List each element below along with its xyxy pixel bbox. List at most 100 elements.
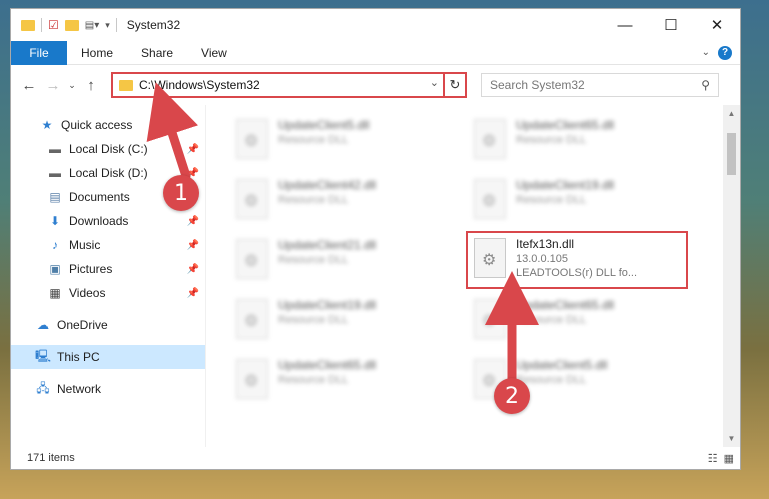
file-version: 13.0.0.105 bbox=[516, 253, 568, 265]
sidebar-item-videos[interactable]: ▦ Videos 📌 bbox=[11, 281, 205, 305]
content-area: ★ Quick access ▬ Local Disk (C:) 📌 ▬ Loc… bbox=[11, 105, 740, 447]
customize-icon[interactable]: ▤▾ bbox=[85, 20, 99, 31]
scroll-up-icon[interactable]: ▲ bbox=[723, 105, 740, 122]
file-item[interactable]: UpdateClient42.dll Resource DLL bbox=[230, 175, 452, 227]
refresh-button[interactable]: ↻ bbox=[443, 74, 465, 96]
file-item[interactable]: UpdateClient65.dll Resource DLL bbox=[468, 295, 690, 347]
view-toggles: ☷ ▦ bbox=[708, 452, 734, 465]
file-description: Resource DLL bbox=[516, 194, 587, 206]
sidebar-item-label: Downloads bbox=[69, 214, 129, 228]
details-view-icon[interactable]: ☷ bbox=[708, 452, 718, 465]
dropdown-arrow-icon[interactable]: ▾ bbox=[105, 20, 110, 31]
scroll-down-icon[interactable]: ▼ bbox=[723, 430, 740, 447]
back-button[interactable]: ← bbox=[17, 73, 41, 97]
documents-icon: ▤ bbox=[49, 190, 61, 204]
file-description: Resource DLL bbox=[278, 134, 349, 146]
up-button[interactable]: ↑ bbox=[79, 73, 103, 97]
separator bbox=[41, 18, 42, 32]
help-icon[interactable]: ? bbox=[718, 45, 732, 60]
sidebar-item-onedrive[interactable]: ☁ OneDrive bbox=[11, 313, 205, 337]
drive-icon: ▬ bbox=[49, 142, 61, 156]
search-icon: ⚲ bbox=[701, 78, 710, 92]
file-item[interactable]: UpdateClient5.dll Resource DLL bbox=[230, 115, 452, 167]
tab-share[interactable]: Share bbox=[127, 46, 187, 60]
file-item-highlighted[interactable]: Itefx13n.dll 13.0.0.105 LEADTOOLS(r) DLL… bbox=[466, 231, 688, 289]
quick-access-toolbar: ☑ ▤▾ ▾ bbox=[21, 18, 117, 32]
properties-icon[interactable]: ☑ bbox=[48, 18, 59, 32]
pin-icon: 📌 bbox=[186, 143, 199, 155]
file-item[interactable]: UpdateClient65.dll Resource DLL bbox=[230, 355, 452, 407]
dll-file-icon bbox=[236, 359, 268, 399]
sidebar-item-label: Quick access bbox=[61, 118, 133, 132]
vertical-scrollbar[interactable]: ▲ ▼ bbox=[723, 105, 740, 447]
tab-view[interactable]: View bbox=[187, 46, 241, 60]
dll-file-icon bbox=[474, 119, 506, 159]
file-name: UpdateClient19.dll bbox=[516, 178, 615, 192]
large-icons-view-icon[interactable]: ▦ bbox=[724, 452, 734, 465]
address-bar[interactable]: C:\Windows\System32 ⌄ ↻ bbox=[111, 72, 467, 98]
file-item[interactable]: UpdateClient19.dll Resource DLL bbox=[468, 175, 690, 227]
forward-button[interactable]: → bbox=[41, 73, 65, 97]
file-name: Itefx13n.dll bbox=[516, 237, 575, 251]
recent-locations-button[interactable]: ⌄ bbox=[65, 73, 79, 97]
file-item[interactable]: UpdateClient19.dll Resource DLL bbox=[230, 295, 452, 347]
close-button[interactable]: ✕ bbox=[694, 9, 740, 41]
scroll-thumb[interactable] bbox=[727, 133, 736, 175]
sidebar-item-label: Documents bbox=[69, 190, 130, 204]
window-controls: — ☐ ✕ bbox=[602, 9, 740, 41]
sidebar-item-local-disk-c[interactable]: ▬ Local Disk (C:) 📌 bbox=[11, 137, 205, 161]
dll-file-icon bbox=[474, 238, 506, 278]
file-description: Resource DLL bbox=[278, 314, 349, 326]
search-placeholder: Search System32 bbox=[490, 78, 585, 92]
sidebar-item-label: Local Disk (C:) bbox=[69, 142, 148, 156]
file-description: Resource DLL bbox=[278, 374, 349, 386]
new-folder-icon[interactable] bbox=[64, 19, 79, 31]
network-icon: 🖧 bbox=[36, 380, 50, 395]
sidebar-item-label: Network bbox=[57, 382, 102, 396]
navigation-bar: ← → ⌄ ↑ C:\Windows\System32 ⌄ ↻ Search S… bbox=[11, 65, 740, 105]
pin-icon: 📌 bbox=[186, 263, 199, 275]
file-name: UpdateClient21.dll bbox=[278, 238, 377, 252]
file-item[interactable]: UpdateClient65.dll Resource DLL bbox=[468, 115, 690, 167]
separator bbox=[115, 18, 117, 32]
address-path: C:\Windows\System32 bbox=[139, 78, 260, 92]
tab-file[interactable]: File bbox=[11, 40, 67, 65]
sidebar-item-network[interactable]: 🖧 Network bbox=[11, 377, 205, 401]
file-description: Resource DLL bbox=[278, 254, 349, 266]
file-name: UpdateClient65.dll bbox=[278, 358, 377, 372]
navigation-pane: ★ Quick access ▬ Local Disk (C:) 📌 ▬ Loc… bbox=[11, 105, 205, 447]
sidebar-item-label: Videos bbox=[69, 286, 106, 300]
explorer-window: ☑ ▤▾ ▾ System32 — ☐ ✕ File Home Share Vi… bbox=[10, 8, 741, 470]
pin-icon: 📌 bbox=[186, 215, 199, 227]
sidebar-item-label: Local Disk (D:) bbox=[69, 166, 148, 180]
file-item[interactable]: UpdateClient21.dll Resource DLL bbox=[230, 235, 452, 287]
folder-icon bbox=[119, 79, 133, 91]
maximize-button[interactable]: ☐ bbox=[648, 9, 694, 41]
dll-file-icon bbox=[236, 239, 268, 279]
dll-file-icon bbox=[236, 119, 268, 159]
sidebar-item-quick-access[interactable]: ★ Quick access bbox=[11, 113, 205, 137]
address-dropdown-icon[interactable]: ⌄ bbox=[430, 76, 439, 89]
sidebar-item-pictures[interactable]: ▣ Pictures 📌 bbox=[11, 257, 205, 281]
ribbon-tabs: File Home Share View ⌄ ? bbox=[11, 40, 740, 65]
file-name: UpdateClient5.dll bbox=[278, 118, 370, 132]
file-name: UpdateClient19.dll bbox=[278, 298, 377, 312]
star-icon: ★ bbox=[41, 118, 53, 132]
cloud-icon: ☁ bbox=[37, 318, 49, 332]
tab-home[interactable]: Home bbox=[67, 46, 127, 60]
item-count: 171 items bbox=[27, 452, 75, 464]
sidebar-item-this-pc[interactable]: 🖳 This PC bbox=[11, 345, 205, 369]
pictures-icon: ▣ bbox=[49, 262, 61, 276]
sidebar-item-label: Pictures bbox=[69, 262, 113, 276]
drive-icon: ▬ bbox=[49, 166, 61, 180]
sidebar-item-label: Music bbox=[69, 238, 101, 252]
expand-ribbon-icon[interactable]: ⌄ bbox=[702, 47, 710, 58]
minimize-button[interactable]: — bbox=[602, 9, 648, 41]
sidebar-item-music[interactable]: ♪ Music 📌 bbox=[11, 233, 205, 257]
downloads-icon: ⬇ bbox=[49, 214, 61, 228]
file-description: Resource DLL bbox=[516, 314, 587, 326]
search-input[interactable]: Search System32 ⚲ bbox=[481, 73, 719, 97]
sidebar-item-downloads[interactable]: ⬇ Downloads 📌 bbox=[11, 209, 205, 233]
file-name: UpdateClient65.dll bbox=[516, 298, 615, 312]
sidebar-item-label: OneDrive bbox=[57, 318, 108, 332]
